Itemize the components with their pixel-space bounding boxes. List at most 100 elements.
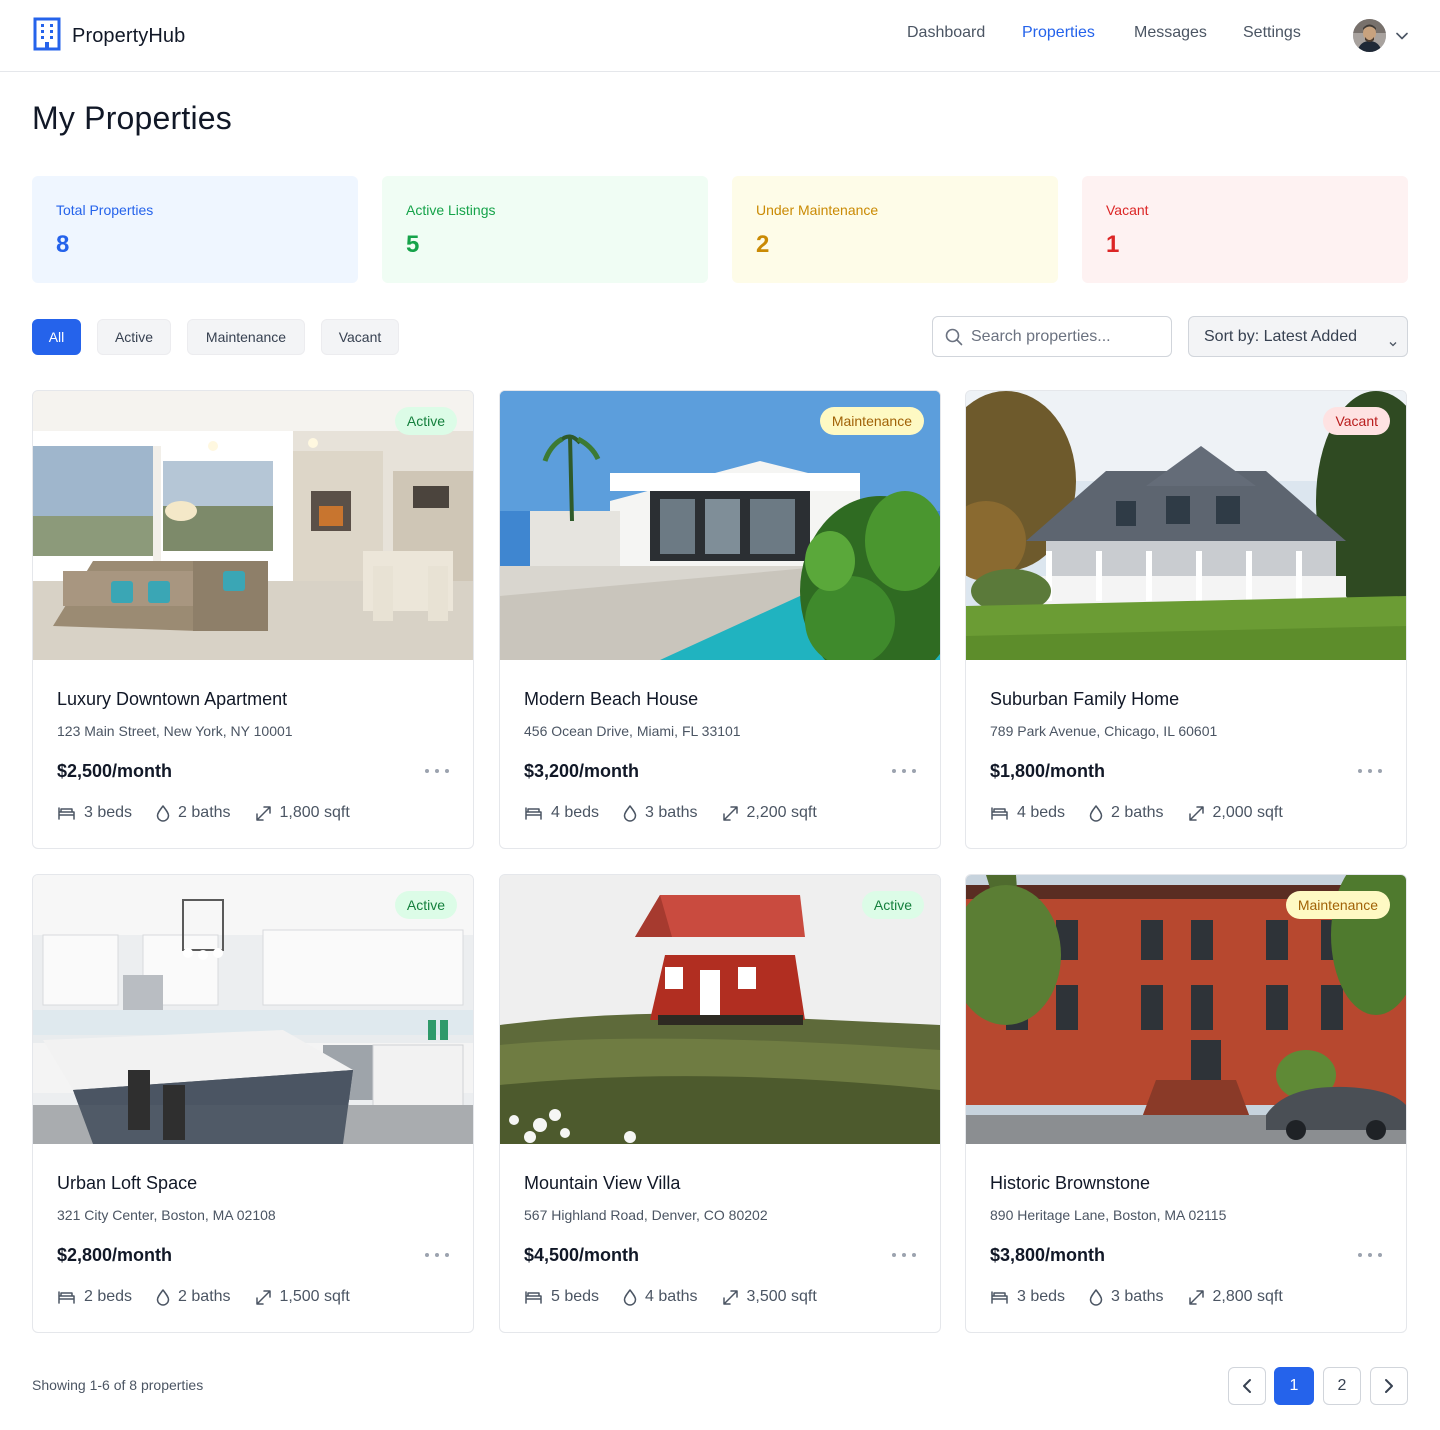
modern-house-pool-photo[interactable]: Maintenance [500,391,940,660]
suburban-house-photo[interactable]: Vacant [966,391,1406,660]
property-card[interactable]: Maintenance Historic Brownstone 890 Heri… [965,874,1407,1333]
property-card[interactable]: Active Urban Loft Space 321 City Center,… [32,874,474,1333]
filter-vacant[interactable]: Vacant [321,319,399,355]
feature-baths: 4 baths [623,1288,698,1306]
ellipsis-icon[interactable] [1358,763,1382,779]
property-card[interactable]: Maintenance Modern Beach House 456 Ocean… [499,390,941,849]
sqft-value: 2,200 sqft [746,804,817,821]
property-title[interactable]: Urban Loft Space [57,1173,197,1194]
ellipsis-icon[interactable] [425,1247,449,1263]
feature-baths: 3 baths [1089,1288,1164,1306]
property-features: 2 beds 2 baths 1,500 sqft [57,1286,374,1308]
filter-maintenance[interactable]: Maintenance [187,319,305,355]
feature-sqft: 1,500 sqft [255,1288,350,1306]
property-title[interactable]: Mountain View Villa [524,1173,680,1194]
stat-value: 1 [1106,231,1120,258]
ellipsis-icon[interactable] [425,763,449,779]
stat-label: Active Listings [406,202,496,218]
property-address: 456 Ocean Drive, Miami, FL 33101 [524,723,741,739]
page-button-2[interactable]: 2 [1323,1367,1361,1405]
stat-value: 5 [406,231,420,258]
property-title[interactable]: Suburban Family Home [990,689,1179,710]
droplet-icon [623,1288,645,1306]
red-cabin-photo[interactable]: Active [500,875,940,1144]
droplet-icon [156,804,178,822]
avatar[interactable] [1353,19,1386,52]
sqft-value: 2,000 sqft [1212,804,1283,821]
expand-arrows-icon [255,1289,280,1306]
property-title[interactable]: Luxury Downtown Apartment [57,689,287,710]
bed-icon [524,805,551,821]
property-price: $2,800/month [57,1245,173,1265]
property-price: $4,500/month [524,1245,640,1265]
feature-beds: 4 beds [524,804,599,822]
bed-icon [990,805,1017,821]
ellipsis-icon[interactable] [892,763,916,779]
property-card[interactable]: Vacant Suburban Family Home 789 Park Ave… [965,390,1407,849]
property-card[interactable]: Active Luxury Downtown Apartment 123 Mai… [32,390,474,849]
stat-vacant: Vacant 1 [1082,176,1408,283]
ellipsis-icon[interactable] [1358,1247,1382,1263]
nav-properties[interactable]: Properties [1022,24,1095,48]
baths-value: 2 baths [1111,804,1164,821]
stat-under-maintenance: Under Maintenance 2 [732,176,1058,283]
status-badge: Active [861,891,924,919]
brand[interactable]: PropertyHub [33,17,185,56]
sort-select[interactable]: Sort by: Latest Added [1188,316,1408,357]
property-price: $2,500/month [57,761,173,781]
building-icon [33,17,61,56]
results-summary: Showing 1-6 of 8 properties [32,1377,204,1393]
property-features: 3 beds 3 baths 2,800 sqft [990,1286,1307,1308]
feature-beds: 2 beds [57,1288,132,1306]
page-button-1[interactable]: 1 [1274,1367,1314,1405]
feature-beds: 5 beds [524,1288,599,1306]
filter-active[interactable]: Active [97,319,171,355]
feature-beds: 4 beds [990,804,1065,822]
beds-value: 4 beds [551,804,600,821]
ellipsis-icon[interactable] [892,1247,916,1263]
chevron-down-icon [1389,334,1397,352]
next-page-button[interactable] [1370,1367,1408,1405]
property-address: 890 Heritage Lane, Boston, MA 02115 [990,1207,1227,1223]
status-badge: Maintenance [1285,891,1390,919]
user-menu[interactable] [1353,19,1408,52]
nav-messages[interactable]: Messages [1134,24,1207,48]
nav-dashboard[interactable]: Dashboard [907,24,985,48]
stat-label: Under Maintenance [756,202,879,218]
feature-baths: 2 baths [156,804,231,822]
property-features: 4 beds 2 baths 2,000 sqft [990,802,1307,824]
droplet-icon [1089,1288,1111,1306]
expand-arrows-icon [1188,805,1213,822]
prev-page-button[interactable] [1228,1367,1266,1405]
top-navigation-bar: PropertyHub Dashboard Properties Message… [0,0,1440,72]
nav-settings[interactable]: Settings [1243,24,1301,48]
status-badge: Active [394,891,457,919]
beds-value: 2 beds [84,1288,133,1305]
search-input[interactable] [971,317,1166,356]
status-badge: Active [394,407,457,435]
bed-icon [990,1289,1017,1305]
property-card[interactable]: Active Mountain View Villa 567 Highland … [499,874,941,1333]
status-badge: Vacant [1323,407,1390,435]
beds-value: 4 beds [1017,804,1066,821]
chevron-down-icon[interactable] [1396,32,1408,40]
baths-value: 4 baths [645,1288,698,1305]
search-box[interactable] [932,316,1172,357]
filter-all[interactable]: All [32,319,81,355]
feature-baths: 2 baths [1089,804,1164,822]
property-address: 567 Highland Road, Denver, CO 80202 [524,1207,768,1223]
property-address: 321 City Center, Boston, MA 02108 [57,1207,276,1223]
expand-arrows-icon [1188,1289,1213,1306]
property-price: $1,800/month [990,761,1106,781]
expand-arrows-icon [722,805,747,822]
property-title[interactable]: Historic Brownstone [990,1173,1150,1194]
feature-sqft: 3,500 sqft [722,1288,817,1306]
kitchen-photo[interactable]: Active [33,875,473,1144]
property-title[interactable]: Modern Beach House [524,689,698,710]
brownstone-photo[interactable]: Maintenance [966,875,1406,1144]
living-room-photo[interactable]: Active [33,391,473,660]
property-features: 4 beds 3 baths 2,200 sqft [524,802,841,824]
chevron-left-icon [1242,1378,1252,1394]
property-address: 123 Main Street, New York, NY 10001 [57,723,293,739]
search-icon [945,328,963,351]
